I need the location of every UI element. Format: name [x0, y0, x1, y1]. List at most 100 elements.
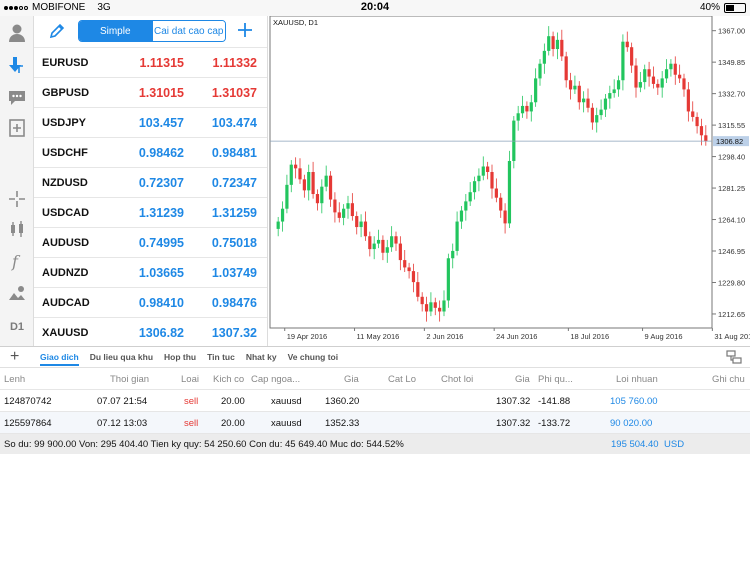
deposit-icon[interactable]: [6, 54, 28, 76]
quote-row[interactable]: XAUUSD 1306.82 1307.32: [34, 317, 267, 347]
crosshair-icon[interactable]: [6, 188, 28, 210]
cell-time: 07.12 13:03: [97, 418, 148, 429]
candle-body: [568, 80, 573, 90]
col-comment[interactable]: Ghi chu: [712, 374, 745, 385]
candle-body: [590, 107, 594, 123]
col-volume[interactable]: Kich co: [213, 374, 244, 385]
function-icon[interactable]: f: [6, 250, 28, 272]
add-symbol-icon[interactable]: [236, 21, 254, 39]
candlestick-icon[interactable]: [6, 218, 28, 240]
quotes-toolbar: Simple Cai dat cao cap: [34, 16, 267, 47]
trade-rows: 124870742 07.07 21:54 sell 20.00 xauusd 1360.…: [0, 390, 750, 434]
candle-body: [333, 199, 337, 213]
status-bar: MOBIFONE 3G 20:04 40%: [0, 0, 750, 16]
candle-body: [464, 201, 468, 211]
candle-body: [669, 63, 673, 70]
col-stop-loss[interactable]: Cat Lo: [388, 374, 416, 385]
table-row[interactable]: 124870742 07.07 21:54 sell 20.00 xauusd 1360.…: [0, 390, 750, 412]
candle-body: [486, 166, 490, 172]
edit-icon[interactable]: [48, 22, 66, 40]
objects-icon[interactable]: [6, 282, 28, 304]
battery-percent: 40%: [699, 2, 720, 13]
quote-row[interactable]: USDJPY 103.457 103.474: [34, 107, 267, 137]
candle-body: [630, 47, 634, 66]
col-type[interactable]: Loai: [181, 374, 199, 385]
cell-type: sell: [184, 396, 199, 407]
status-time: 20:04: [360, 1, 390, 13]
col-order[interactable]: Lenh: [4, 374, 25, 385]
quote-bid: 1.31239: [138, 205, 184, 220]
quote-row[interactable]: NZDUSD 0.72307 0.72347: [34, 167, 267, 197]
user-icon[interactable]: [6, 22, 28, 44]
candle-body: [359, 221, 363, 228]
quote-row[interactable]: AUDCAD 0.98410 0.98476: [34, 287, 267, 317]
candle-body: [442, 300, 446, 312]
new-order-icon[interactable]: [6, 117, 28, 139]
quote-symbol: USDCAD: [42, 206, 90, 219]
chart-canvas[interactable]: 1367.00 1349.85 1332.70 1315.55 1298.40 1281.…: [268, 16, 750, 346]
cell-price: 1352.33: [325, 418, 360, 429]
tab-advanced[interactable]: Cai dat cao cap: [151, 21, 225, 41]
cell-order: 125597864: [4, 418, 52, 429]
quote-bid: 0.74995: [138, 235, 184, 250]
candle-body: [595, 115, 599, 123]
cell-swap: -133.72: [538, 418, 571, 429]
y-tick-label: 1298.40: [718, 153, 745, 162]
battery-icon: [724, 2, 746, 13]
tab-simple[interactable]: Simple: [79, 21, 152, 41]
candle-body: [547, 36, 551, 51]
candle-body: [529, 102, 533, 112]
candle-body: [398, 243, 402, 261]
candle-body: [678, 74, 682, 79]
price-chart[interactable]: 1367.00 1349.85 1332.70 1315.55 1298.40 1281.…: [268, 16, 750, 346]
col-profit[interactable]: Loi nhuan: [616, 374, 658, 385]
cell-symbol: xauusd: [271, 418, 302, 429]
tab-2[interactable]: Hop thu: [164, 352, 196, 366]
candle-body: [603, 98, 608, 110]
timeframe-button[interactable]: D1: [6, 316, 28, 338]
table-row[interactable]: 125597864 07.12 13:03 sell 20.00 xauusd 1352.…: [0, 412, 750, 434]
quote-symbol: XAUUSD: [42, 326, 89, 339]
candle-body: [699, 126, 704, 136]
tab-4[interactable]: Nhat ky: [246, 352, 277, 366]
layout-icon[interactable]: [726, 350, 742, 364]
tab-list: Giao dich Du lieu qua khu Hop thu Tin tuc Nh…: [40, 352, 338, 366]
tab-3[interactable]: Tin tuc: [207, 352, 235, 366]
candle-body: [525, 105, 529, 112]
col-current-price[interactable]: Gia: [515, 374, 530, 385]
x-tick-label: 19 Apr 2016: [287, 332, 327, 341]
chat-icon[interactable]: [6, 86, 28, 108]
tab-1[interactable]: Du lieu qua khu: [90, 352, 153, 366]
candle-body: [390, 236, 394, 248]
col-price[interactable]: Gia: [344, 374, 359, 385]
timeframe-label: D1: [9, 321, 25, 333]
candle-body: [560, 39, 564, 57]
cell-profit: 90 020.00: [610, 418, 653, 429]
quote-row[interactable]: AUDUSD 0.74995 0.75018: [34, 227, 267, 257]
quote-row[interactable]: USDCAD 1.31239 1.31259: [34, 197, 267, 227]
candle-body: [586, 98, 590, 108]
y-tick-label: 1367.00: [718, 27, 745, 36]
col-symbol[interactable]: Cap ngoa...: [251, 374, 300, 385]
col-swap[interactable]: Phi qu...: [538, 374, 573, 385]
quote-row[interactable]: USDCHF 0.98462 0.98481: [34, 137, 267, 167]
candle-body: [363, 221, 368, 237]
quote-row[interactable]: AUDNZD 1.03665 1.03749: [34, 257, 267, 287]
tab-5[interactable]: Ve chung toi: [288, 352, 339, 366]
add-order-icon[interactable]: +: [10, 349, 19, 365]
col-time[interactable]: Thoi gian: [110, 374, 149, 385]
tab-0[interactable]: Giao dich: [40, 352, 79, 366]
quotes-panel: Simple Cai dat cao cap EURUSD 1.11315 1.11…: [34, 16, 268, 346]
candle-body: [324, 175, 328, 187]
quote-bid: 1.11315: [139, 55, 185, 70]
candle-body: [376, 239, 381, 244]
quote-row[interactable]: GBPUSD 1.31015 1.31037: [34, 77, 267, 107]
y-tick-label: 1212.65: [718, 310, 745, 319]
col-take-profit[interactable]: Chot loi: [441, 374, 473, 385]
quote-ask: 1.11332: [212, 55, 258, 70]
quote-bid: 103.457: [138, 115, 184, 130]
cell-price: 1360.20: [325, 396, 360, 407]
quote-row[interactable]: EURUSD 1.11315 1.11332: [34, 47, 267, 77]
candle-body: [372, 243, 376, 250]
quote-ask: 0.72347: [211, 175, 257, 190]
